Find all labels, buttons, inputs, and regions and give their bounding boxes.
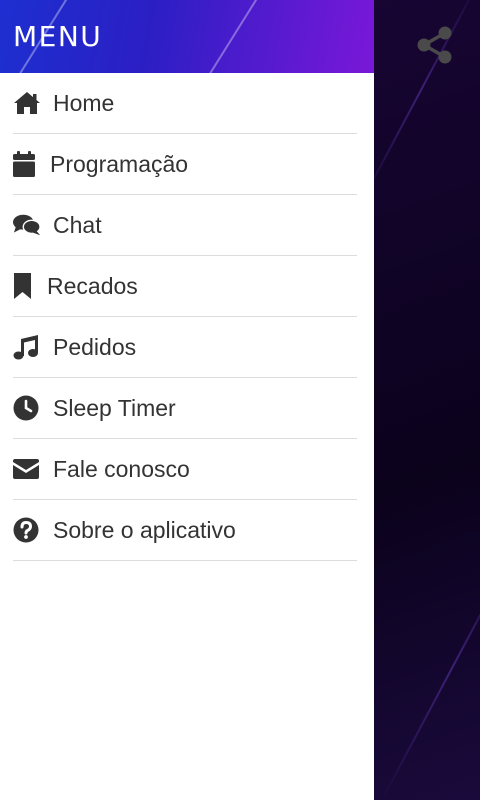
bookmark-icon bbox=[13, 272, 35, 300]
menu-item-recados[interactable]: Recados bbox=[13, 256, 357, 317]
clock-icon bbox=[13, 394, 41, 422]
menu-item-home[interactable]: Home bbox=[13, 73, 357, 134]
question-icon bbox=[13, 516, 41, 544]
share-icon bbox=[417, 26, 453, 69]
music-icon bbox=[13, 333, 41, 361]
header-streak bbox=[198, 0, 264, 73]
menu-item-label: Programação bbox=[50, 150, 189, 177]
drawer-header: MENU bbox=[0, 0, 374, 73]
menu-item-label: Sleep Timer bbox=[53, 394, 176, 421]
home-icon bbox=[13, 89, 41, 117]
calendar-icon bbox=[13, 150, 37, 178]
background-streak bbox=[379, 537, 480, 800]
menu-item-sobre[interactable]: Sobre o aplicativo bbox=[13, 500, 357, 561]
menu-item-label: Sobre o aplicativo bbox=[53, 516, 236, 543]
menu-item-label: Home bbox=[53, 89, 115, 116]
app-screen: MENU Home Programação Chat Recados Pedid… bbox=[0, 0, 480, 800]
chat-icon bbox=[13, 211, 41, 239]
menu-item-label: Chat bbox=[53, 211, 102, 238]
menu-item-label: Pedidos bbox=[53, 333, 137, 360]
menu-item-label: Fale conosco bbox=[53, 455, 190, 482]
menu-item-programacao[interactable]: Programação bbox=[13, 134, 357, 195]
navigation-drawer: MENU Home Programação Chat Recados Pedid… bbox=[0, 0, 374, 800]
envelope-icon bbox=[13, 455, 41, 483]
menu-item-label: Recados bbox=[47, 272, 138, 299]
menu-item-fale-conosco[interactable]: Fale conosco bbox=[13, 439, 357, 500]
menu-item-chat[interactable]: Chat bbox=[13, 195, 357, 256]
drawer-title: MENU bbox=[13, 20, 103, 53]
menu-item-pedidos[interactable]: Pedidos bbox=[13, 317, 357, 378]
menu-list: Home Programação Chat Recados Pedidos Sl… bbox=[0, 73, 374, 561]
share-button[interactable] bbox=[414, 26, 456, 68]
menu-item-sleep-timer[interactable]: Sleep Timer bbox=[13, 378, 357, 439]
